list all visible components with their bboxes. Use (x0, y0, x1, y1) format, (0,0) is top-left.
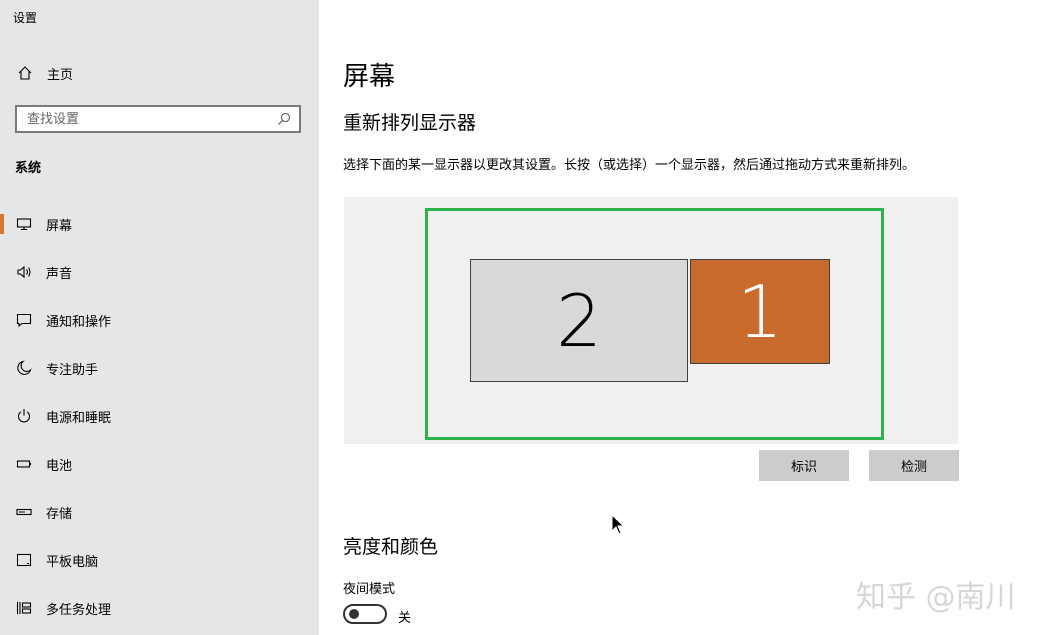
app-title: 设置 (13, 11, 38, 25)
sidebar-item-label: 电源和睡眠 (46, 410, 112, 426)
sidebar: 设置 主页 系统 屏幕 声音 通知和操作 (0, 0, 319, 635)
display-icon (15, 215, 33, 233)
sidebar-item-label: 多任务处理 (46, 602, 112, 618)
notification-icon (15, 311, 33, 329)
search-input[interactable] (17, 110, 275, 128)
sidebar-item-label: 声音 (46, 266, 73, 282)
sidebar-item-focus-assist[interactable]: 专注助手 (0, 344, 319, 392)
moon-icon (15, 359, 33, 377)
toggle-knob (349, 609, 359, 619)
main-content: 屏幕 重新排列显示器 选择下面的某一显示器以更改其设置。长按（或选择）一个显示器… (319, 0, 1047, 635)
sidebar-item-notifications[interactable]: 通知和操作 (0, 296, 319, 344)
tablet-icon (15, 551, 33, 569)
search-icon[interactable] (275, 110, 293, 128)
monitor-arrangement-area[interactable]: 2 1 (344, 197, 958, 444)
detect-button[interactable]: 检测 (869, 450, 959, 481)
search-box[interactable] (15, 105, 301, 133)
sidebar-item-tablet[interactable]: 平板电脑 (0, 536, 319, 584)
rearrange-heading: 重新排列显示器 (343, 112, 477, 134)
identify-button[interactable]: 标识 (759, 450, 849, 481)
section-label-system: 系统 (15, 161, 42, 176)
sidebar-nav: 屏幕 声音 通知和操作 专注助手 电源和睡眠 电池 存储 平板电脑 多任务处理 (0, 200, 319, 632)
monitor-number: 1 (737, 269, 783, 354)
storage-icon (15, 503, 33, 521)
multitasking-icon (15, 599, 33, 617)
watermark: 知乎 @南川 (856, 580, 1016, 615)
sidebar-item-power-sleep[interactable]: 电源和睡眠 (0, 392, 319, 440)
sidebar-item-label: 通知和操作 (46, 314, 112, 330)
night-light-label: 夜间模式 (343, 582, 396, 597)
battery-icon (15, 455, 33, 473)
speaker-icon (15, 263, 33, 281)
sidebar-item-display[interactable]: 屏幕 (0, 200, 319, 248)
power-icon (15, 407, 33, 425)
sidebar-item-label: 平板电脑 (46, 554, 99, 570)
sidebar-item-label: 存储 (46, 506, 73, 522)
sidebar-item-label: 电池 (46, 458, 73, 474)
home-icon (16, 64, 34, 82)
sidebar-item-label: 专注助手 (46, 362, 99, 378)
mouse-cursor-icon (611, 513, 625, 540)
sidebar-item-battery[interactable]: 电池 (0, 440, 319, 488)
sidebar-item-storage[interactable]: 存储 (0, 488, 319, 536)
home-label: 主页 (47, 67, 74, 83)
sidebar-item-sound[interactable]: 声音 (0, 248, 319, 296)
monitor-2[interactable]: 2 (470, 259, 688, 382)
rearrange-description: 选择下面的某一显示器以更改其设置。长按（或选择）一个显示器，然后通过拖动方式来重… (343, 158, 916, 173)
page-title: 屏幕 (343, 62, 396, 92)
toggle-state-label: 关 (398, 611, 412, 626)
night-light-toggle[interactable] (343, 604, 387, 624)
brightness-color-heading: 亮度和颜色 (343, 536, 439, 558)
sidebar-item-label: 屏幕 (46, 218, 73, 234)
monitor-number: 2 (556, 278, 602, 363)
monitor-1[interactable]: 1 (690, 259, 830, 364)
home-link[interactable]: 主页 (16, 62, 73, 84)
sidebar-item-multitasking[interactable]: 多任务处理 (0, 584, 319, 632)
